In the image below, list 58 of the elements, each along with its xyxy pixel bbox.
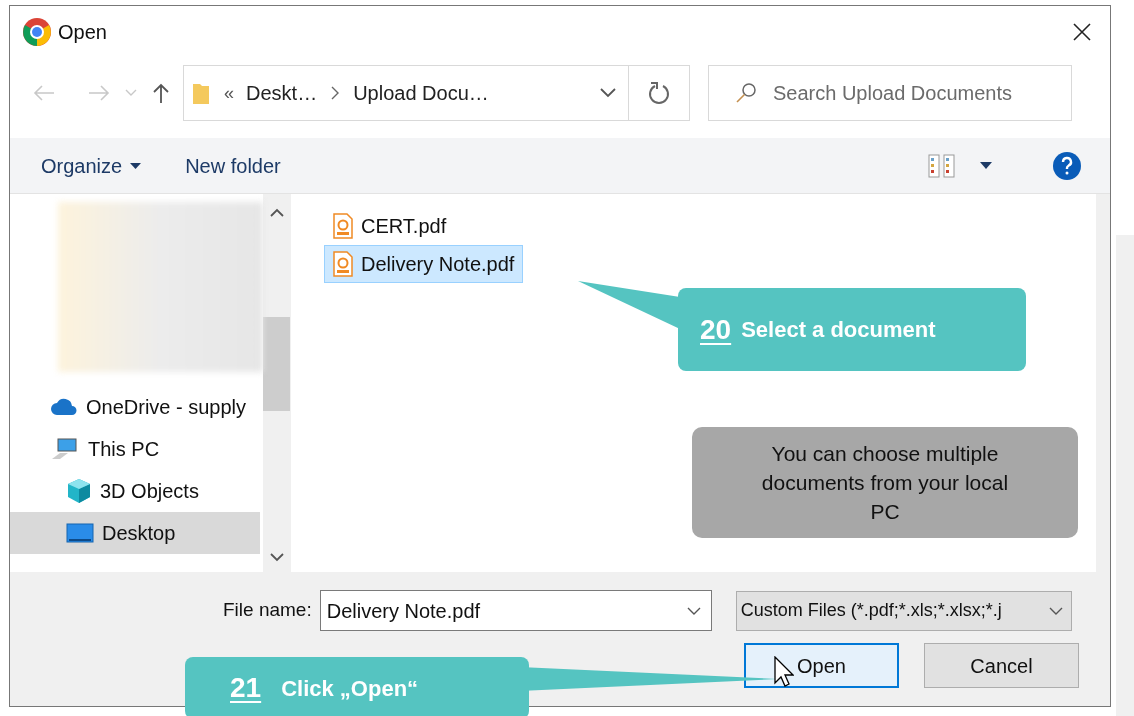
nav-label: Desktop xyxy=(102,521,176,546)
view-options-icon[interactable] xyxy=(928,153,958,178)
scrollbar-thumb[interactable] xyxy=(263,317,290,411)
caret-icon xyxy=(130,162,142,169)
chevron-right-icon[interactable] xyxy=(331,86,340,100)
caret-icon[interactable] xyxy=(980,162,992,169)
organize-menu-button[interactable]: Organize xyxy=(41,150,142,181)
chevron-down-icon xyxy=(1048,606,1063,615)
chevron-down-icon[interactable] xyxy=(600,88,616,98)
step-number: 21 xyxy=(230,671,262,705)
file-name-input[interactable]: Delivery Note.pdf xyxy=(326,595,687,626)
nav-label: This PC xyxy=(88,437,160,462)
nav-scrollbar[interactable] xyxy=(263,194,290,572)
nav-item[interactable]: 3D Objects xyxy=(10,470,260,512)
nav-label: 3D Objects xyxy=(100,479,199,504)
pdf-file-icon xyxy=(333,251,353,277)
step-number: 20 xyxy=(700,312,732,347)
callout-text: Select a document xyxy=(741,316,936,344)
scroll-up-icon[interactable] xyxy=(269,208,284,217)
breadcrumb[interactable]: Upload Docu… xyxy=(353,78,489,108)
desktop-icon xyxy=(66,522,94,544)
scroll-down-icon[interactable] xyxy=(269,553,284,562)
computer-icon xyxy=(50,437,80,461)
search-field[interactable]: Search Upload Documents xyxy=(708,65,1072,121)
file-name: Delivery Note.pdf xyxy=(361,252,515,277)
file-name: CERT.pdf xyxy=(361,214,447,239)
chevron-down-icon[interactable] xyxy=(686,606,701,615)
nav-item[interactable]: This PC xyxy=(10,428,260,470)
nav-item[interactable]: Desktop xyxy=(10,512,260,554)
new-folder-button[interactable]: New folder xyxy=(185,150,281,181)
window-title: Open xyxy=(58,20,107,45)
breadcrumb[interactable]: Deskt… xyxy=(246,78,318,108)
nav-item[interactable]: OneDrive - supply xyxy=(10,386,260,428)
file-item[interactable]: CERT.pdf xyxy=(324,207,456,245)
search-input[interactable]: Search Upload Documents xyxy=(773,78,1063,108)
close-icon[interactable] xyxy=(1072,22,1092,42)
nav-label: OneDrive - supply xyxy=(86,395,247,420)
folder-icon xyxy=(192,81,210,105)
cloud-icon xyxy=(50,398,78,416)
file-type-dropdown[interactable]: Custom Files (*.pdf;*.xls;*.xlsx;*.j xyxy=(735,590,1072,631)
file-item[interactable]: Delivery Note.pdf xyxy=(324,245,524,283)
refresh-icon xyxy=(648,81,670,105)
cube-icon xyxy=(66,478,92,504)
dialog-button[interactable]: Open xyxy=(744,643,899,688)
file-name-label: File name: xyxy=(223,598,312,623)
mouse-cursor-icon xyxy=(774,656,794,688)
callout-text: Click „Open“ xyxy=(281,674,419,703)
browser-logo-icon xyxy=(22,17,52,47)
help-icon[interactable] xyxy=(1052,150,1082,181)
up-arrow-icon[interactable] xyxy=(152,82,170,104)
file-type-value: Custom Files (*.pdf;*.xls;*.xlsx;*.j xyxy=(740,599,1003,622)
address-bar[interactable]: « Deskt… Upload Docu… xyxy=(183,65,690,121)
note-text: You can choose multiple documents from your local PC xyxy=(760,441,1010,525)
search-icon xyxy=(735,82,757,104)
file-name-field[interactable]: Delivery Note.pdf xyxy=(319,590,712,631)
pdf-file-icon xyxy=(333,213,353,239)
dialog-button[interactable]: Cancel xyxy=(924,643,1079,688)
overflow-chevrons[interactable]: « xyxy=(224,79,234,107)
